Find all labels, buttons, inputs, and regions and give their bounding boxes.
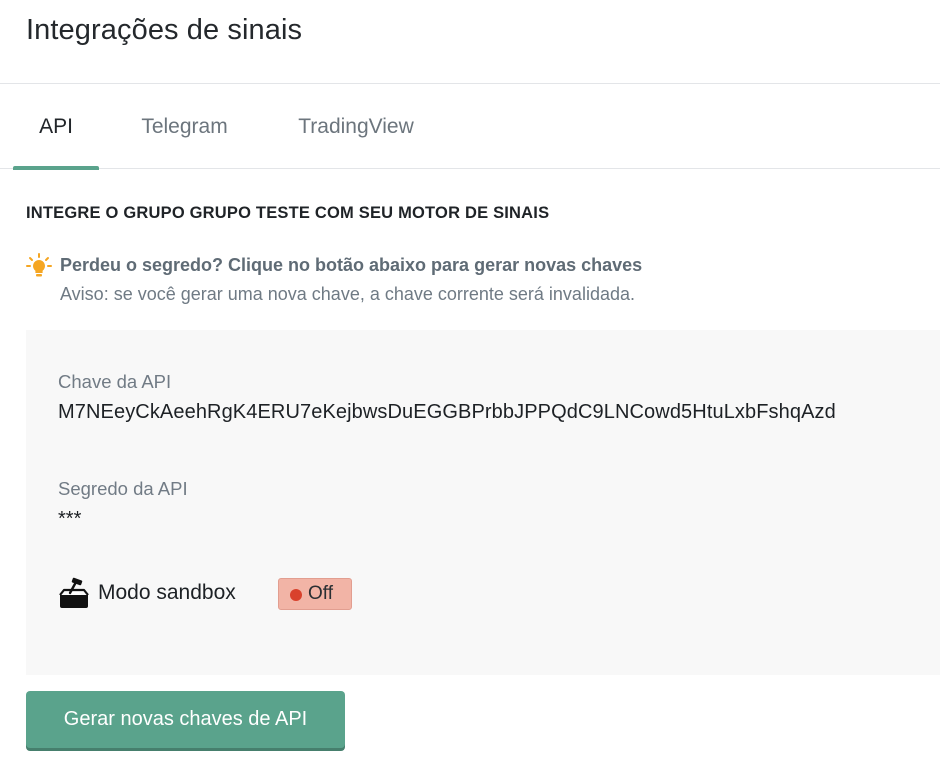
lightbulb-icon bbox=[26, 253, 52, 277]
integration-tabs: API Telegram TradingView bbox=[0, 84, 940, 170]
tab-api[interactable]: API bbox=[13, 84, 99, 170]
tab-telegram[interactable]: Telegram bbox=[118, 84, 251, 169]
sandbox-mode-label: Modo sandbox bbox=[98, 581, 236, 604]
signal-integrations-page: Integrações de sinais API Telegram Tradi… bbox=[0, 0, 940, 762]
section-heading: INTEGRE O GRUPO GRUPO TESTE COM SEU MOTO… bbox=[26, 204, 550, 222]
api-credentials-panel: Chave da API M7NEeyCkAeehRgK4ERU7eKejbws… bbox=[26, 330, 940, 675]
page-header: Integrações de sinais bbox=[0, 0, 940, 84]
api-secret-label: Segredo da API bbox=[58, 478, 188, 499]
status-dot-icon bbox=[290, 589, 302, 601]
api-secret-value: *** bbox=[58, 508, 82, 530]
sandbox-toggle[interactable]: Off bbox=[278, 578, 352, 610]
tab-tradingview[interactable]: TradingView bbox=[275, 84, 437, 169]
hint-warning: Aviso: se você gerar uma nova chave, a c… bbox=[60, 284, 635, 304]
sandbox-toggle-state: Off bbox=[308, 583, 333, 604]
api-key-value: M7NEeyCkAeehRgK4ERU7eKejbwsDuEGGBPrbbJPP… bbox=[58, 401, 836, 423]
sandbox-icon bbox=[59, 577, 89, 608]
page-title: Integrações de sinais bbox=[26, 14, 303, 46]
api-key-label: Chave da API bbox=[58, 371, 172, 392]
generate-api-keys-button[interactable]: Gerar novas chaves de API bbox=[26, 691, 345, 748]
hint-title: Perdeu o segredo? Clique no botão abaixo… bbox=[60, 255, 643, 275]
